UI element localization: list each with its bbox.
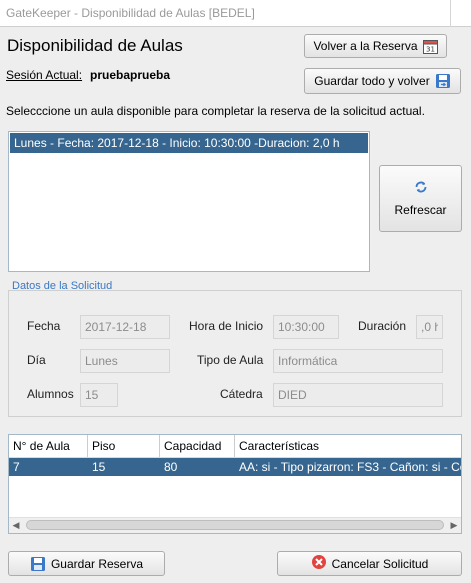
- floppy-arrow-icon: [435, 73, 451, 89]
- column-header-caracteristicas[interactable]: Características: [235, 435, 461, 457]
- horizontal-scrollbar[interactable]: ◀ ▶: [9, 517, 461, 533]
- dia-label: Día: [27, 353, 46, 367]
- refresh-label: Refrescar: [394, 203, 447, 217]
- back-to-reservation-button[interactable]: Volver a la Reserva 31: [304, 34, 447, 58]
- duracion-label: Duración: [358, 319, 407, 333]
- instruction-text: Selecccione un aula disponible para comp…: [6, 104, 425, 118]
- table-header: N° de Aula Piso Capacidad Característica…: [9, 435, 461, 458]
- session-label: Sesión Actual:: [6, 68, 83, 82]
- column-header-aula[interactable]: N° de Aula: [9, 435, 88, 457]
- alumnos-label: Alumnos: [27, 387, 74, 401]
- column-header-capacidad[interactable]: Capacidad: [160, 435, 235, 457]
- save-reservation-button[interactable]: Guardar Reserva: [8, 551, 165, 576]
- request-group: Fecha Hora de Inicio Duración Día Tipo d…: [8, 290, 462, 417]
- table-cell-capacidad: 80: [164, 460, 178, 474]
- refresh-icon: [414, 180, 428, 197]
- cancel-circle-icon: [311, 554, 327, 573]
- scrollbar-thumb[interactable]: [26, 520, 444, 530]
- schedule-list[interactable]: Lunes - Fecha: 2017-12-18 - Inicio: 10:3…: [8, 131, 370, 272]
- save-all-and-return-button[interactable]: Guardar todo y volver: [304, 68, 461, 94]
- classroom-table[interactable]: N° de Aula Piso Capacidad Característica…: [8, 434, 462, 534]
- cancel-request-button[interactable]: Cancelar Solicitud: [277, 551, 462, 576]
- scroll-left-icon[interactable]: ◀: [9, 518, 23, 533]
- svg-text:31: 31: [426, 45, 435, 53]
- table-cell-piso: 15: [92, 460, 106, 474]
- table-cell-caracteristicas: AA: si - Tipo pizarron: FS3 - Cañon: si …: [239, 460, 461, 474]
- calendar-icon: 31: [422, 39, 438, 54]
- schedule-list-item[interactable]: Lunes - Fecha: 2017-12-18 - Inicio: 10:3…: [10, 133, 368, 153]
- hora-inicio-field[interactable]: [273, 315, 339, 339]
- session-user: pruebaprueba: [90, 68, 171, 82]
- duracion-field[interactable]: [416, 315, 443, 339]
- save-reservation-label: Guardar Reserva: [50, 556, 144, 571]
- tipo-aula-field[interactable]: [273, 349, 443, 373]
- table-cell-aula: 7: [13, 460, 20, 474]
- catedra-field[interactable]: [273, 383, 443, 407]
- table-row[interactable]: 7 15 80 AA: si - Tipo pizarron: FS3 - Ca…: [9, 458, 461, 476]
- floppy-icon: [30, 556, 46, 572]
- hora-inicio-label: Hora de Inicio: [189, 319, 264, 333]
- save-all-and-return-label: Guardar todo y volver: [314, 74, 430, 88]
- dia-field[interactable]: [80, 349, 170, 373]
- refresh-button[interactable]: Refrescar: [379, 165, 462, 232]
- alumnos-field[interactable]: [80, 383, 118, 407]
- fecha-field[interactable]: [80, 315, 170, 339]
- cancel-request-label: Cancelar Solicitud: [331, 556, 429, 571]
- title-bar-divider: [450, 0, 451, 27]
- scroll-right-icon[interactable]: ▶: [447, 518, 461, 533]
- title-bar: GateKeeper - Disponibilidad de Aulas [BE…: [0, 0, 471, 27]
- fecha-label: Fecha: [27, 319, 61, 333]
- column-header-piso[interactable]: Piso: [88, 435, 160, 457]
- window-title: GateKeeper - Disponibilidad de Aulas [BE…: [6, 6, 255, 20]
- page-title: Disponibilidad de Aulas: [7, 36, 183, 55]
- tipo-aula-label: Tipo de Aula: [197, 353, 264, 367]
- catedra-label: Cátedra: [220, 387, 263, 401]
- back-to-reservation-label: Volver a la Reserva: [313, 39, 418, 53]
